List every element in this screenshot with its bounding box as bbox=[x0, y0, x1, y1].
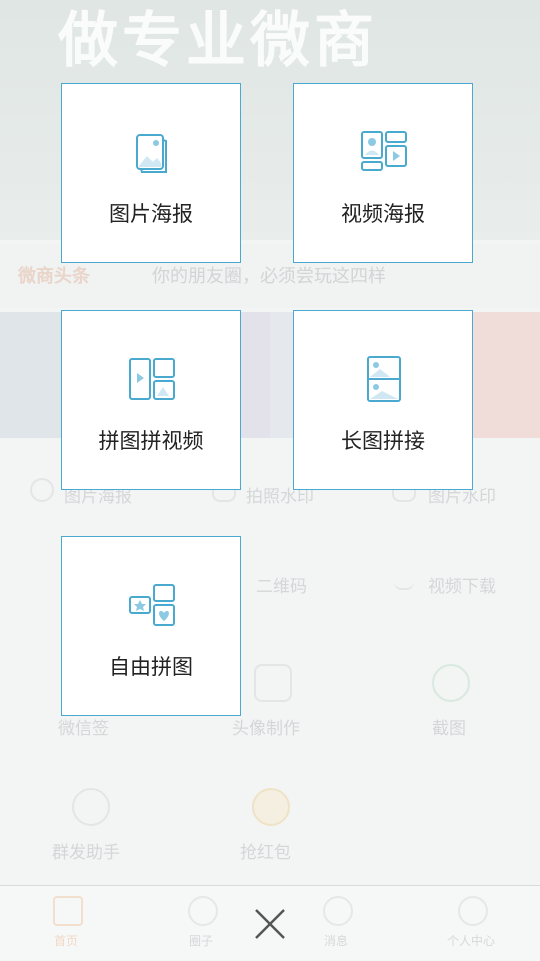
notice-text: 你的朋友圈，必须尝玩这四样 bbox=[152, 266, 386, 287]
tile-label: 图片海报 bbox=[109, 202, 193, 226]
message-icon bbox=[323, 896, 353, 926]
banner-title: 做专业微商 bbox=[58, 6, 378, 76]
tile-free-collage[interactable]: 自由拼图 bbox=[61, 536, 241, 716]
bg-item-label: 视频下载 bbox=[428, 577, 496, 597]
circle-icon bbox=[188, 896, 218, 926]
tab-profile: 个人中心 bbox=[446, 934, 495, 948]
download-icon bbox=[394, 568, 414, 590]
screenshot-icon bbox=[432, 664, 470, 702]
image-poster-icon bbox=[30, 478, 54, 502]
red-packet-icon bbox=[252, 788, 290, 826]
tab-home: 首页 bbox=[53, 934, 78, 948]
tile-label: 自由拼图 bbox=[109, 655, 193, 679]
bg-item-label: 截图 bbox=[432, 719, 466, 739]
profile-icon bbox=[458, 896, 488, 926]
tile-label: 视频海报 bbox=[341, 202, 425, 226]
tile-collage-video[interactable]: 拼图拼视频 bbox=[61, 310, 241, 490]
group-send-icon bbox=[72, 788, 110, 826]
tile-long-image-stitch[interactable]: 长图拼接 bbox=[293, 310, 473, 490]
tile-label: 拼图拼视频 bbox=[98, 429, 204, 453]
bg-item-label: 抢红包 bbox=[240, 843, 291, 863]
tile-label: 长图拼接 bbox=[341, 429, 425, 453]
free-collage-icon bbox=[129, 584, 175, 626]
long-image-stitch-icon bbox=[367, 356, 401, 402]
bg-item-label: 头像制作 bbox=[232, 719, 300, 739]
video-poster-icon bbox=[361, 131, 407, 171]
bg-item-label: 群发助手 bbox=[52, 843, 120, 863]
bg-item-label: 二维码 bbox=[256, 577, 307, 597]
bg-item-label: 微信签 bbox=[58, 719, 109, 739]
tab-messages: 消息 bbox=[323, 934, 348, 948]
tab-circle: 圈子 bbox=[188, 934, 213, 948]
avatar-maker-icon bbox=[254, 664, 292, 702]
tile-video-poster[interactable]: 视频海报 bbox=[293, 83, 473, 263]
close-icon[interactable] bbox=[250, 904, 290, 944]
notice-tag: 微商头条 bbox=[18, 266, 90, 287]
home-icon bbox=[53, 896, 83, 926]
image-poster-icon bbox=[136, 134, 167, 173]
tile-image-poster[interactable]: 图片海报 bbox=[61, 83, 241, 263]
collage-video-icon bbox=[129, 358, 175, 400]
